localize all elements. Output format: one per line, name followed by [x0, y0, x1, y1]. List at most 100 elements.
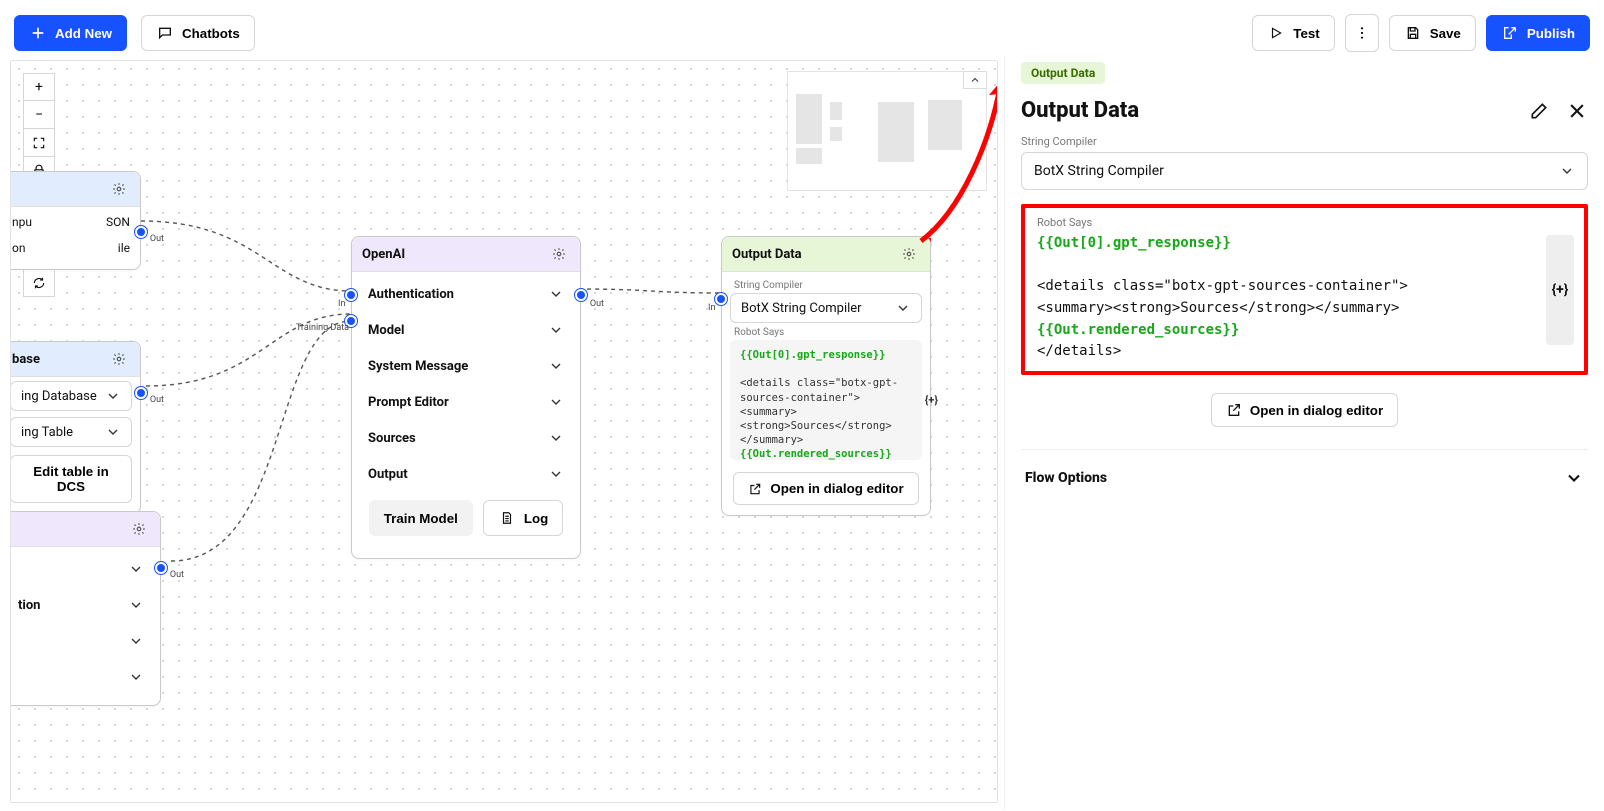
zoom-out-button[interactable]: − [23, 101, 55, 129]
save-button[interactable]: Save [1389, 15, 1476, 51]
detail-panel: Output Data Output Data String Compiler … [1004, 56, 1604, 809]
node-output-gear[interactable] [898, 243, 920, 265]
node-output[interactable]: Output Data String Compiler BotX String … [721, 236, 931, 516]
node-database-gear[interactable] [108, 348, 130, 370]
chevron-down-icon [895, 300, 911, 316]
node-output-open-dialog-button[interactable]: Open in dialog editor [733, 472, 918, 505]
dots-vertical-icon [1354, 25, 1370, 41]
refresh-icon [32, 276, 46, 290]
edit-table-button[interactable]: Edit table in DCS [10, 455, 132, 503]
node-json-port-out[interactable] [135, 226, 147, 238]
panel-compiler-label: String Compiler [1021, 135, 1588, 148]
node-output-insert-button[interactable]: {+} [925, 394, 938, 407]
port-in-label: In [338, 299, 345, 309]
publish-button[interactable]: Publish [1486, 15, 1590, 51]
panel-code-line-4: {{Out.rendered_sources}} [1037, 322, 1239, 338]
node-output-compiler-value: BotX String Compiler [741, 301, 862, 316]
canvas-wrap: + − [10, 60, 998, 803]
node-database[interactable]: base ing Database ing Table Edit table i… [10, 341, 141, 514]
node-collapsed-title [12, 522, 15, 537]
panel-flow-options[interactable]: Flow Options [1021, 449, 1588, 506]
node-output-code[interactable]: {{Out[0].gpt_response}} <details class="… [730, 340, 922, 460]
gear-icon [902, 247, 916, 261]
minimap[interactable] [787, 71, 987, 191]
test-button[interactable]: Test [1252, 15, 1334, 51]
node-output-title: Output Data [732, 247, 802, 262]
panel-insert-variable-button[interactable]: {+} [1546, 235, 1574, 345]
node-output-compiler-select[interactable]: BotX String Compiler [730, 293, 922, 323]
node-json-body: npu SON on ile [10, 207, 140, 269]
zoom-in-button[interactable]: + [23, 73, 55, 101]
node-database-port-out[interactable] [135, 387, 147, 399]
topbar-left: Add New Chatbots [14, 15, 255, 51]
port-out-label: Out [150, 234, 164, 244]
more-button[interactable] [1345, 14, 1379, 52]
port-out-label: Out [150, 395, 164, 405]
node-json-gear[interactable] [108, 178, 130, 200]
openai-row-1[interactable]: Model [360, 312, 572, 348]
node-collapsed-row-1[interactable]: tion [10, 587, 152, 623]
play-icon [1267, 24, 1285, 42]
node-json-row2-left: on [12, 241, 25, 255]
node-database-select-1-value: ing Database [21, 389, 97, 404]
log-button[interactable]: Log [483, 500, 563, 536]
node-collapsed-row-0[interactable] [10, 551, 152, 587]
port-in-label: In [708, 303, 715, 313]
node-json-row1-left: npu [12, 215, 32, 229]
node-openai[interactable]: OpenAI Authentication Model System Messa… [351, 236, 581, 559]
chevron-down-icon [548, 394, 564, 410]
panel-open-dialog-button[interactable]: Open in dialog editor [1211, 393, 1398, 427]
node-database-select-1[interactable]: ing Database [10, 381, 132, 411]
fit-button[interactable] [23, 129, 55, 157]
expand-icon [32, 136, 46, 150]
node-openai-port-in[interactable] [345, 289, 357, 301]
external-link-icon [1226, 402, 1242, 418]
node-openai-port-out[interactable] [575, 289, 587, 301]
code-line-4: {{Out.rendered_sources}} [740, 448, 892, 460]
panel-open-dialog-label: Open in dialog editor [1250, 403, 1383, 418]
node-database-select-2[interactable]: ing Table [10, 417, 132, 447]
openai-row-5[interactable]: Output [360, 456, 572, 492]
node-output-compiler-label: String Compiler [734, 280, 920, 291]
node-collapsed-port-out[interactable] [155, 562, 167, 574]
openai-row-2[interactable]: System Message [360, 348, 572, 384]
port-out-label: Out [170, 570, 184, 580]
openai-row-4[interactable]: Sources [360, 420, 572, 456]
panel-edit-button[interactable] [1528, 100, 1550, 122]
node-json-head [10, 172, 140, 207]
openai-row-3[interactable]: Prompt Editor [360, 384, 572, 420]
panel-compiler-select[interactable]: BotX String Compiler [1021, 152, 1588, 190]
port-training-label: Training Data [296, 323, 349, 333]
test-label: Test [1293, 26, 1319, 41]
openai-row-0-label: Authentication [368, 287, 454, 302]
node-collapsed-row-2[interactable] [10, 623, 152, 659]
panel-code-line-3: <summary><strong>Sources</strong></summa… [1037, 300, 1399, 316]
node-openai-gear[interactable] [548, 243, 570, 265]
train-model-label: Train Model [384, 511, 458, 526]
node-json-row1-right: SON [106, 215, 130, 229]
publish-label: Publish [1527, 26, 1575, 41]
node-collapsed-row-3[interactable] [10, 659, 152, 695]
node-openai-foot: Train Model Log [360, 492, 572, 548]
panel-close-button[interactable] [1566, 100, 1588, 122]
node-output-port-in[interactable] [715, 293, 727, 305]
chatbots-button[interactable]: Chatbots [141, 15, 255, 51]
node-collapsed[interactable]: tion Out [10, 511, 161, 706]
node-collapsed-gear[interactable] [128, 518, 150, 540]
openai-row-3-label: Prompt Editor [368, 395, 449, 410]
add-new-button[interactable]: Add New [14, 15, 127, 51]
save-label: Save [1430, 26, 1461, 41]
chevron-down-icon [548, 358, 564, 374]
node-json[interactable]: npu SON on ile Out [10, 171, 141, 270]
code-line-1: {{Out[0].gpt_response}} [740, 349, 885, 361]
panel-code-line-1: {{Out[0].gpt_response}} [1037, 235, 1231, 251]
refresh-button[interactable] [23, 269, 55, 297]
panel-robot-says-editor[interactable]: {{Out[0].gpt_response}} <details class="… [1037, 233, 1572, 363]
train-model-button[interactable]: Train Model [369, 500, 473, 536]
minimap-toggle[interactable] [963, 71, 987, 89]
chevron-down-icon [128, 633, 144, 649]
openai-row-0[interactable]: Authentication [360, 276, 572, 312]
external-link-icon [748, 482, 762, 496]
chevron-down-icon [548, 322, 564, 338]
panel-robot-says-highlight: Robot Says {{Out[0].gpt_response}} <deta… [1021, 204, 1588, 375]
